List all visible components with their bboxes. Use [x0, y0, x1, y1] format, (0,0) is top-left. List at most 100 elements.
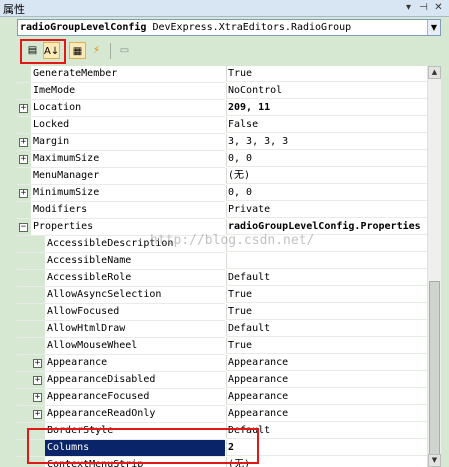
property-name: AppearanceFocused	[47, 391, 150, 402]
property-name-cell[interactable]: + Margin	[17, 134, 225, 151]
property-value[interactable]: Appearance	[226, 406, 427, 422]
property-value[interactable]: False	[226, 117, 427, 133]
property-name-cell[interactable]: MenuManager	[17, 168, 225, 185]
property-value[interactable]: 209, 11	[226, 100, 427, 116]
expand-icon[interactable]: +	[19, 104, 28, 113]
property-name-cell[interactable]: GenerateMember	[17, 66, 225, 83]
property-value[interactable]: True	[226, 338, 427, 354]
scroll-thumb[interactable]	[429, 281, 440, 463]
property-name-cell[interactable]: AccessibleRole	[17, 270, 225, 287]
property-row[interactable]: AllowFocused True	[17, 304, 427, 321]
property-name: AccessibleName	[47, 255, 132, 266]
property-value[interactable]: (无)	[226, 168, 427, 184]
property-row[interactable]: + MaximumSize 0, 0	[17, 151, 427, 168]
row-gutter	[31, 321, 45, 337]
highlight-box-toolbar	[20, 39, 66, 64]
property-value[interactable]: radioGroupLevelConfig.Properties	[226, 219, 427, 235]
property-row[interactable]: AllowHtmlDraw Default	[17, 321, 427, 338]
property-value[interactable]	[226, 236, 427, 252]
row-gutter	[31, 270, 45, 286]
expand-icon[interactable]: +	[19, 155, 28, 164]
expand-icon[interactable]: +	[33, 393, 42, 402]
property-name-cell[interactable]: AccessibleName	[17, 253, 225, 270]
property-value[interactable]: Private	[226, 202, 427, 218]
property-name-cell[interactable]: + AppearanceFocused	[17, 389, 225, 406]
property-row[interactable]: + Location 209, 11	[17, 100, 427, 117]
property-pages-icon[interactable]: ▭	[116, 42, 133, 59]
close-icon[interactable]: ✕	[433, 2, 444, 13]
property-value[interactable]: Appearance	[226, 355, 427, 371]
scroll-down-icon[interactable]: ▼	[428, 454, 441, 467]
property-row[interactable]: + AppearanceFocused Appearance	[17, 389, 427, 406]
property-value[interactable]: NoControl	[226, 83, 427, 99]
property-row[interactable]: AllowAsyncSelection True	[17, 287, 427, 304]
property-name: AllowAsyncSelection	[47, 289, 162, 300]
pin-icon[interactable]: ⊣	[418, 2, 429, 13]
expand-icon[interactable]: +	[19, 189, 28, 198]
row-gutter	[31, 287, 45, 303]
property-value[interactable]: 3, 3, 3, 3	[226, 134, 427, 150]
property-value[interactable]: Default	[226, 321, 427, 337]
events-icon[interactable]: ⚡	[88, 42, 105, 59]
row-gutter	[31, 304, 45, 320]
property-name-cell[interactable]: − Properties	[17, 219, 225, 236]
property-row[interactable]: AllowMouseWheel True	[17, 338, 427, 355]
property-value[interactable]: Appearance	[226, 389, 427, 405]
property-row[interactable]: MenuManager (无)	[17, 168, 427, 185]
property-row[interactable]: + Margin 3, 3, 3, 3	[17, 134, 427, 151]
property-name-cell[interactable]: + Appearance	[17, 355, 225, 372]
object-selector[interactable]: radioGroupLevelConfig DevExpress.XtraEdi…	[17, 19, 441, 36]
property-value[interactable]: Default	[226, 270, 427, 286]
property-name-cell[interactable]: + Location	[17, 100, 225, 117]
property-row[interactable]: Locked False	[17, 117, 427, 134]
vertical-scrollbar[interactable]: ▲ ▼	[428, 66, 441, 467]
property-name-cell[interactable]: ImeMode	[17, 83, 225, 100]
property-name: Locked	[33, 119, 70, 130]
property-name: AccessibleRole	[47, 272, 132, 283]
property-name: AllowMouseWheel	[47, 340, 138, 351]
property-value[interactable]: True	[226, 287, 427, 303]
object-name: radioGroupLevelConfig	[20, 22, 147, 33]
property-row[interactable]: − Properties radioGroupLevelConfig.Propert…	[17, 219, 427, 236]
property-value[interactable]	[226, 253, 427, 269]
property-value[interactable]: True	[226, 304, 427, 320]
property-name-cell[interactable]: AllowAsyncSelection	[17, 287, 225, 304]
property-row[interactable]: AccessibleName	[17, 253, 427, 270]
property-value[interactable]: True	[226, 66, 427, 82]
property-name-cell[interactable]: + AppearanceDisabled	[17, 372, 225, 389]
expand-icon[interactable]: +	[33, 359, 42, 368]
property-name-cell[interactable]: AccessibleDescription	[17, 236, 225, 253]
chevron-down-icon[interactable]: ▼	[427, 20, 440, 35]
collapse-icon[interactable]: −	[19, 223, 28, 232]
property-row[interactable]: + Appearance Appearance	[17, 355, 427, 372]
expand-icon[interactable]: +	[33, 410, 42, 419]
property-name-cell[interactable]: AllowMouseWheel	[17, 338, 225, 355]
property-value[interactable]: Appearance	[226, 372, 427, 388]
expand-icon[interactable]: +	[33, 376, 42, 385]
property-row[interactable]: + AppearanceDisabled Appearance	[17, 372, 427, 389]
property-row[interactable]: AccessibleRole Default	[17, 270, 427, 287]
scroll-up-icon[interactable]: ▲	[428, 66, 441, 79]
property-name-cell[interactable]: + MaximumSize	[17, 151, 225, 168]
property-value[interactable]: 0, 0	[226, 151, 427, 167]
property-name-cell[interactable]: Locked	[17, 117, 225, 134]
property-value[interactable]: 0, 0	[226, 185, 427, 201]
property-row[interactable]: + MinimumSize 0, 0	[17, 185, 427, 202]
property-row[interactable]: AccessibleDescription	[17, 236, 427, 253]
row-gutter	[31, 338, 45, 354]
property-name-cell[interactable]: + AppearanceReadOnly	[17, 406, 225, 423]
property-row[interactable]: ImeMode NoControl	[17, 83, 427, 100]
dropdown-icon[interactable]: ▾	[403, 2, 414, 13]
property-name-cell[interactable]: AllowFocused	[17, 304, 225, 321]
toolbar-separator	[110, 43, 111, 59]
property-name-cell[interactable]: AllowHtmlDraw	[17, 321, 225, 338]
property-row[interactable]: GenerateMember True	[17, 66, 427, 83]
expand-icon[interactable]: +	[19, 138, 28, 147]
properties-icon[interactable]: ▦	[69, 42, 86, 59]
property-name: MaximumSize	[33, 153, 100, 164]
property-name: MinimumSize	[33, 187, 100, 198]
property-name-cell[interactable]: + MinimumSize	[17, 185, 225, 202]
property-name-cell[interactable]: Modifiers	[17, 202, 225, 219]
property-row[interactable]: + AppearanceReadOnly Appearance	[17, 406, 427, 423]
property-row[interactable]: Modifiers Private	[17, 202, 427, 219]
